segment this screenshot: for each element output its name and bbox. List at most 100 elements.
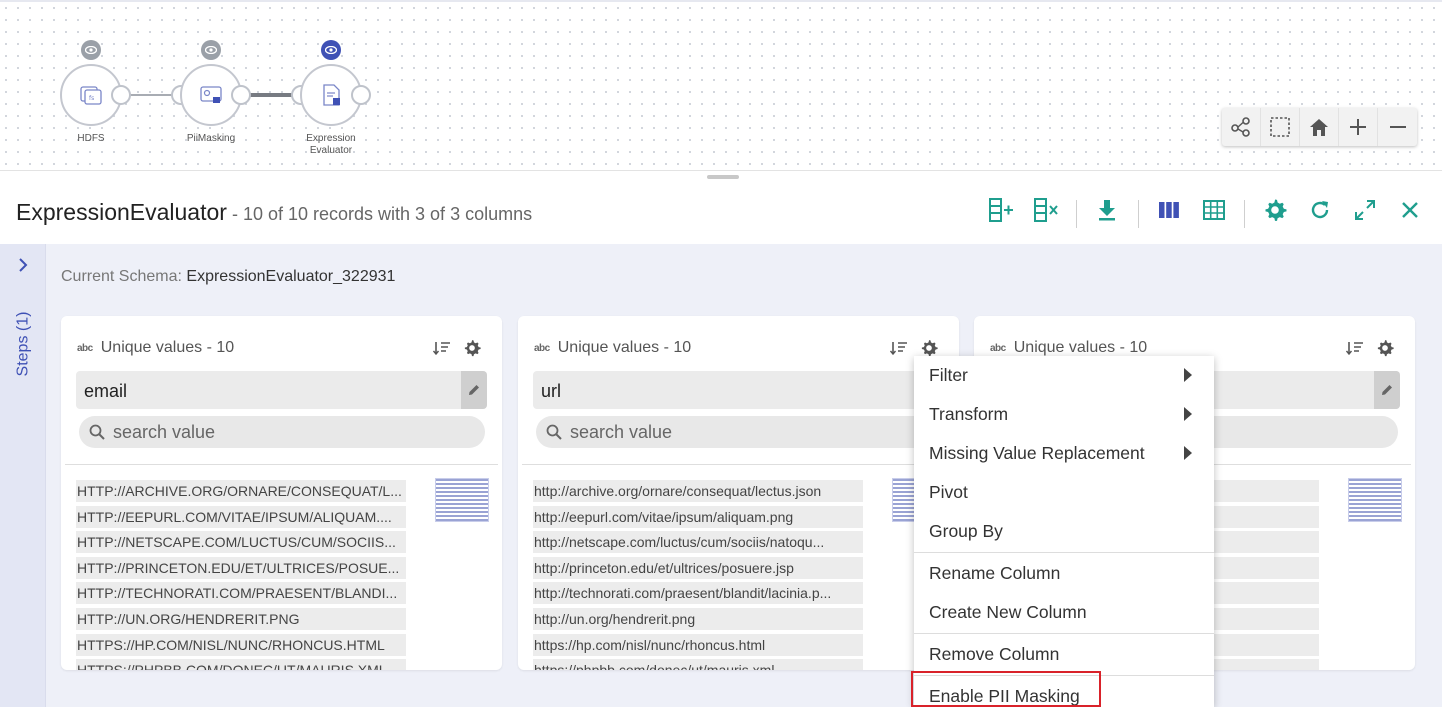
card-header: abc Unique values - 10 (77, 338, 234, 358)
current-schema: Current Schema: ExpressionEvaluator_3229… (61, 268, 395, 286)
zoom-out-icon[interactable] (1378, 108, 1417, 146)
toolbar-separator (1244, 200, 1245, 228)
column-card-url: abc Unique values - 10 url http://archiv… (518, 316, 959, 670)
card-divider (65, 464, 498, 465)
node-port[interactable] (231, 85, 251, 105)
schema-prefix: Current Schema: (61, 268, 182, 285)
canvas-toolbar (1222, 108, 1417, 146)
column-settings-gear-icon[interactable] (1375, 338, 1395, 358)
value-item[interactable]: HTTP://ARCHIVE.ORG/ORNARE/CONSEQUAT/L... (76, 480, 406, 502)
menu-item-label: Create New Column (929, 602, 1087, 622)
menu-item-label: Rename Column (929, 563, 1061, 583)
menu-item-group-by[interactable]: Group By (914, 512, 1214, 551)
column-settings-gear-icon[interactable] (919, 338, 939, 358)
hdfs-icon: fs (80, 86, 102, 105)
value-item[interactable]: http://princeton.edu/et/ultrices/posuere… (533, 556, 863, 579)
node-label: HDFS (77, 133, 105, 144)
refresh-icon[interactable] (1305, 195, 1335, 225)
pencil-icon (1382, 385, 1392, 395)
records-summary: - 10 of 10 records with 3 of 3 columns (226, 204, 533, 224)
value-item[interactable]: http://technorati.com/praesent/blandit/l… (533, 582, 863, 605)
download-icon[interactable] (1092, 195, 1122, 225)
grid-view-icon[interactable] (1199, 195, 1229, 225)
node-port[interactable] (351, 85, 371, 105)
menu-item-remove-column[interactable]: Remove Column (914, 635, 1214, 674)
remove-column-icon[interactable] (1031, 195, 1061, 225)
unique-values-label: Unique values - 10 (557, 339, 692, 356)
steps-toggle[interactable]: Steps (1) (6, 284, 40, 404)
home-icon[interactable] (1300, 108, 1339, 146)
search-value-input[interactable] (570, 421, 910, 443)
pii-masking-icon (200, 86, 222, 103)
menu-item-filter[interactable]: Filter (914, 356, 1214, 395)
sort-icon[interactable] (1345, 338, 1365, 358)
menu-item-transform[interactable]: Transform (914, 395, 1214, 434)
value-item[interactable]: HTTP://NETSCAPE.COM/LUCTUS/CUM/SOCIIS... (76, 531, 406, 554)
sort-icon[interactable] (432, 338, 452, 358)
settings-gear-icon[interactable] (1260, 195, 1290, 225)
pipeline-canvas[interactable]: fs HDFS PiiMasking Expression Evaluator (0, 0, 1442, 171)
value-item[interactable]: HTTPS://PHPBB.COM/DONEC/UT/MAURIS.XML (76, 659, 406, 670)
card-header: abc Unique values - 10 (990, 338, 1147, 358)
add-column-icon[interactable] (986, 195, 1016, 225)
layout-icon[interactable] (1222, 108, 1261, 146)
string-type-icon: abc (990, 342, 1006, 354)
expand-icon[interactable] (1350, 195, 1380, 225)
column-name: email (84, 381, 128, 401)
menu-item-label: Pivot (929, 482, 968, 502)
card-header: abc Unique values - 10 (534, 338, 691, 358)
sort-icon[interactable] (889, 338, 909, 358)
expression-evaluator-icon (323, 84, 340, 106)
unique-values-label: Unique values - 10 (1013, 339, 1148, 356)
preview-eye-icon[interactable] (81, 40, 101, 60)
zoom-in-icon[interactable] (1339, 108, 1378, 146)
close-icon[interactable] (1395, 195, 1425, 225)
chevron-right-icon[interactable] (16, 258, 30, 272)
search-field[interactable] (536, 416, 942, 448)
column-card-email: abc Unique values - 10 email HTTP://ARCH… (61, 316, 502, 670)
menu-item-pivot[interactable]: Pivot (914, 473, 1214, 512)
schema-name: ExpressionEvaluator_322931 (186, 268, 396, 285)
steps-panel[interactable]: Steps (1) (0, 244, 46, 707)
resize-handle[interactable] (707, 175, 739, 179)
distribution-histogram (435, 478, 489, 522)
search-icon (89, 424, 105, 440)
menu-item-create-new-column[interactable]: Create New Column (914, 593, 1214, 632)
pencil-icon (469, 385, 479, 395)
menu-divider (914, 552, 1214, 553)
value-item[interactable]: http://un.org/hendrerit.png (533, 607, 863, 630)
column-settings-gear-icon[interactable] (462, 338, 482, 358)
value-item[interactable]: https://phpbb.com/donec/ut/mauris.xml (533, 659, 863, 670)
column-view-icon[interactable] (1154, 195, 1184, 225)
page-title: ExpressionEvaluator - 10 of 10 records w… (16, 199, 532, 226)
value-item[interactable]: HTTP://EEPURL.COM/VITAE/IPSUM/ALIQUAM...… (76, 505, 406, 528)
value-item[interactable]: HTTP://PRINCETON.EDU/ET/ULTRICES/POSUE..… (76, 556, 406, 579)
svg-text:fs: fs (89, 95, 94, 102)
toolbar-separator (1138, 200, 1139, 228)
submenu-arrow-icon (1184, 446, 1192, 460)
node-port[interactable] (111, 85, 131, 105)
value-item[interactable]: http://netscape.com/luctus/cum/sociis/na… (533, 531, 863, 554)
value-item[interactable]: HTTP://UN.ORG/HENDRERIT.PNG (76, 607, 406, 630)
column-name-field[interactable]: url (533, 371, 944, 409)
panel-header: ExpressionEvaluator - 10 of 10 records w… (0, 180, 1442, 244)
value-item[interactable]: http://archive.org/ornare/consequat/lect… (533, 480, 863, 502)
value-item[interactable]: http://eepurl.com/vitae/ipsum/aliquam.pn… (533, 505, 863, 528)
edit-column-name-button[interactable] (1374, 371, 1400, 409)
select-area-icon[interactable] (1261, 108, 1300, 146)
column-context-menu: Filter Transform Missing Value Replaceme… (914, 356, 1214, 707)
preview-eye-icon-active[interactable] (321, 40, 341, 60)
value-item[interactable]: HTTPS://HP.COM/NISL/NUNC/RHONCUS.HTML (76, 633, 406, 656)
search-field[interactable] (79, 416, 485, 448)
preview-eye-icon[interactable] (201, 40, 221, 60)
node-label: PiiMasking (186, 133, 236, 144)
menu-item-rename-column[interactable]: Rename Column (914, 554, 1214, 593)
column-name-field[interactable]: email (76, 371, 487, 409)
edit-column-name-button[interactable] (461, 371, 487, 409)
menu-item-missing-value-replacement[interactable]: Missing Value Replacement (914, 434, 1214, 473)
value-item[interactable]: https://hp.com/nisl/nunc/rhoncus.html (533, 633, 863, 656)
search-value-input[interactable] (113, 421, 453, 443)
toolbar-separator (1076, 200, 1077, 228)
value-item[interactable]: HTTP://TECHNORATI.COM/PRAESENT/BLANDI... (76, 582, 406, 605)
node-label: Expression Evaluator (306, 133, 356, 156)
